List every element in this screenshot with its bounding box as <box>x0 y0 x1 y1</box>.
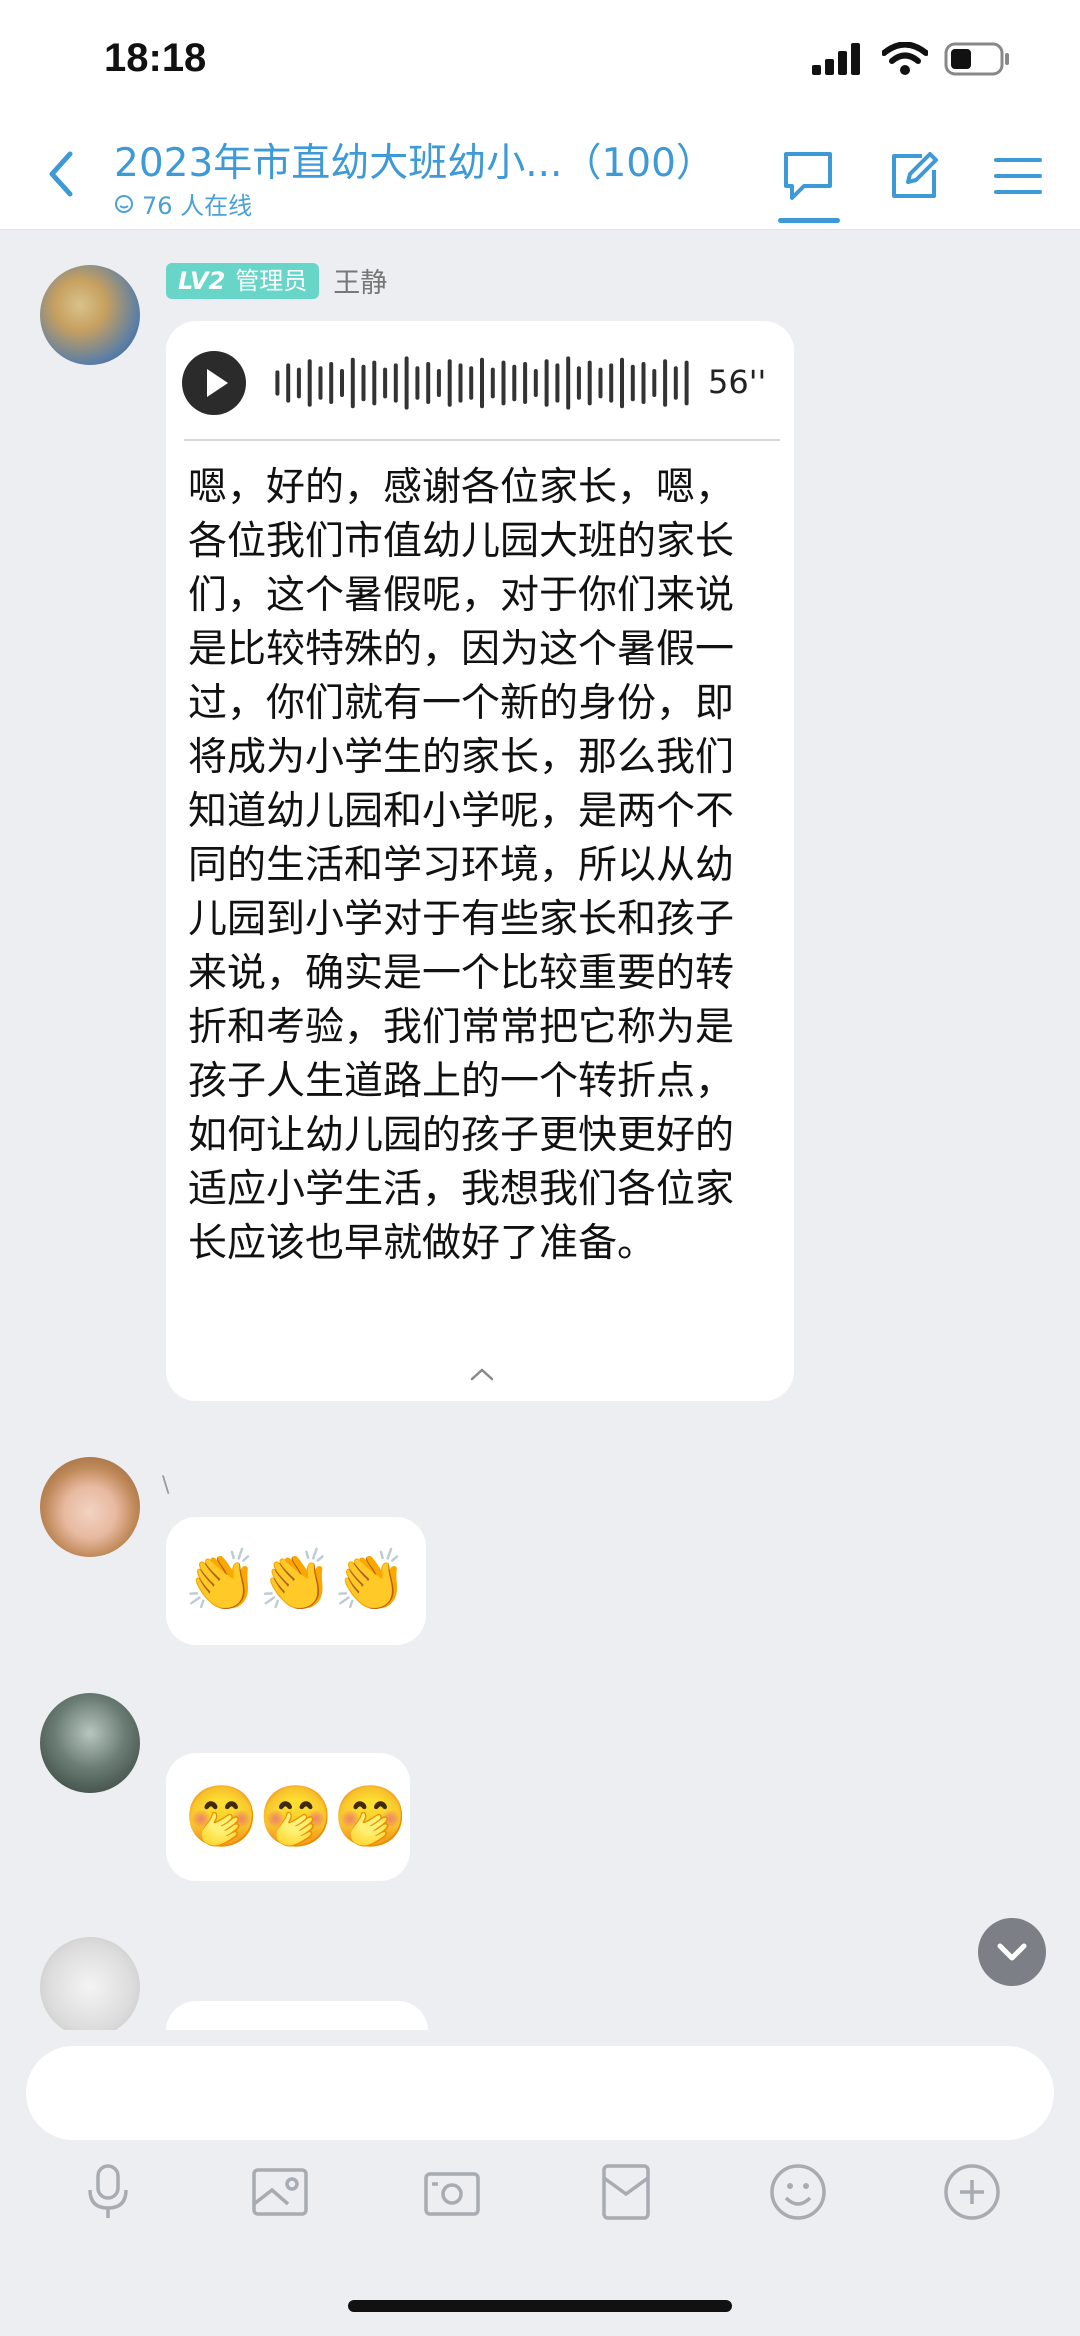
waveform-bar <box>490 367 495 399</box>
waveform-bar <box>469 366 474 400</box>
collapse-icon[interactable] <box>468 1365 496 1383</box>
waveform-bar <box>576 366 581 400</box>
avatar[interactable] <box>40 1457 140 1557</box>
avatar[interactable] <box>40 265 140 365</box>
chat-icon[interactable] <box>778 146 838 206</box>
waveform-bar <box>652 369 657 397</box>
voice-transcript: 嗯，好的，感谢各位家长，嗯，各位我们市值幼儿园大班的家长们，这个暑假呢，对于你们… <box>188 465 735 1266</box>
active-tab-indicator <box>778 218 840 223</box>
waveform-bar <box>436 369 441 397</box>
status-icons <box>812 42 1010 76</box>
input-area <box>0 2030 1080 2336</box>
sender-name: 王静 <box>333 268 388 299</box>
waveform-bar <box>426 362 431 404</box>
menu-icon[interactable] <box>988 146 1048 206</box>
waveform-bar <box>684 360 689 406</box>
waveform-bar <box>404 356 409 410</box>
emoji-message-bubble[interactable]: 🤭🤭🤭 <box>166 1753 410 1881</box>
voice-duration: 56'' <box>708 363 767 401</box>
waveform-bar <box>329 362 334 404</box>
waveform-bar <box>598 367 603 399</box>
waveform-bar <box>318 366 323 400</box>
waveform-bar <box>275 370 280 396</box>
status-time: 18:18 <box>104 36 207 80</box>
waveform-bar <box>361 364 366 402</box>
waveform-bar <box>372 360 377 406</box>
divider <box>184 439 780 441</box>
waveform-bar <box>609 363 614 403</box>
waveform-bar <box>555 363 560 403</box>
scroll-to-bottom-button[interactable] <box>978 1918 1046 1986</box>
edit-icon[interactable] <box>884 146 944 206</box>
waveform-bar <box>296 367 301 399</box>
waveform-bar <box>587 360 592 406</box>
online-status-icon <box>115 194 133 213</box>
online-count: 76 人在线 <box>114 186 252 221</box>
waveform-bar <box>350 357 355 409</box>
message-input[interactable] <box>26 2046 1054 2140</box>
play-button[interactable] <box>182 351 246 415</box>
battery-icon <box>944 42 1009 76</box>
wifi-icon <box>882 42 928 75</box>
waveform-bar <box>447 359 452 407</box>
sender-mark: \ <box>162 1473 170 1498</box>
waveform-bar <box>544 359 549 407</box>
microphone-icon[interactable] <box>76 2160 140 2224</box>
role-text: 管理员 <box>235 266 308 295</box>
avatar[interactable] <box>40 1693 140 1793</box>
waveform-bar <box>307 359 312 407</box>
play-icon <box>207 369 228 397</box>
waveform-bar <box>663 359 668 407</box>
level-text: LV2 <box>178 266 226 295</box>
waveform-bar <box>630 364 635 402</box>
avatar[interactable] <box>40 1937 140 2031</box>
emoji-content: 👏👏👏 <box>166 1517 426 1645</box>
waveform-bar <box>340 369 344 397</box>
voice-waveform <box>275 356 689 410</box>
shushing-emoji: 🤭🤭🤭 <box>184 1782 409 1852</box>
group-title[interactable]: 2023年市直幼大班幼小...（100） <box>114 132 754 188</box>
message-bubble[interactable] <box>166 2001 428 2031</box>
waveform-bar <box>286 363 291 403</box>
waveform-bar <box>620 357 624 409</box>
waveform-bar <box>673 366 678 400</box>
waveform-bar <box>566 356 571 410</box>
home-indicator <box>348 2300 732 2312</box>
chevron-down-icon <box>997 1943 1027 1961</box>
waveform-bar <box>383 367 388 399</box>
chat-header: 2023年市直幼大班幼小...（100） 76 人在线 <box>0 120 1080 230</box>
waveform-bar <box>480 357 484 409</box>
message-list[interactable]: LV2 管理员 王静 56'' 嗯，好的，感谢各位家长，嗯，各位我们市值幼儿园大… <box>0 231 1080 2031</box>
online-count-text: 76 人在线 <box>142 192 253 220</box>
back-icon[interactable] <box>40 144 80 204</box>
voice-message-bubble[interactable]: 56'' 嗯，好的，感谢各位家长，嗯，各位我们市值幼儿园大班的家长们，这个暑假呢… <box>166 321 794 1401</box>
waveform-bar <box>641 362 646 404</box>
waveform-bar <box>501 360 506 406</box>
signal-icon <box>812 43 860 75</box>
red-packet-icon[interactable] <box>594 2160 658 2224</box>
waveform-bar <box>415 366 420 400</box>
camera-icon[interactable] <box>420 2160 484 2224</box>
image-icon[interactable] <box>248 2160 312 2224</box>
waveform-bar <box>512 364 517 402</box>
waveform-bar <box>533 369 538 397</box>
status-bar: 18:18 <box>0 0 1080 120</box>
waveform-bar <box>523 362 528 404</box>
clapping-emoji: 👏👏👏 <box>184 1546 409 1616</box>
sender-info: LV2 管理员 王静 <box>166 261 387 300</box>
level-badge: LV2 管理员 <box>166 262 320 299</box>
emoji-content: 🤭🤭🤭 <box>166 1753 410 1881</box>
emoji-icon[interactable] <box>766 2160 830 2224</box>
emoji-message-bubble[interactable]: 👏👏👏 <box>166 1517 426 1645</box>
waveform-bar <box>393 363 398 403</box>
waveform-bar <box>458 363 463 403</box>
plus-icon[interactable] <box>940 2160 1004 2224</box>
voice-player: 56'' <box>182 349 782 419</box>
